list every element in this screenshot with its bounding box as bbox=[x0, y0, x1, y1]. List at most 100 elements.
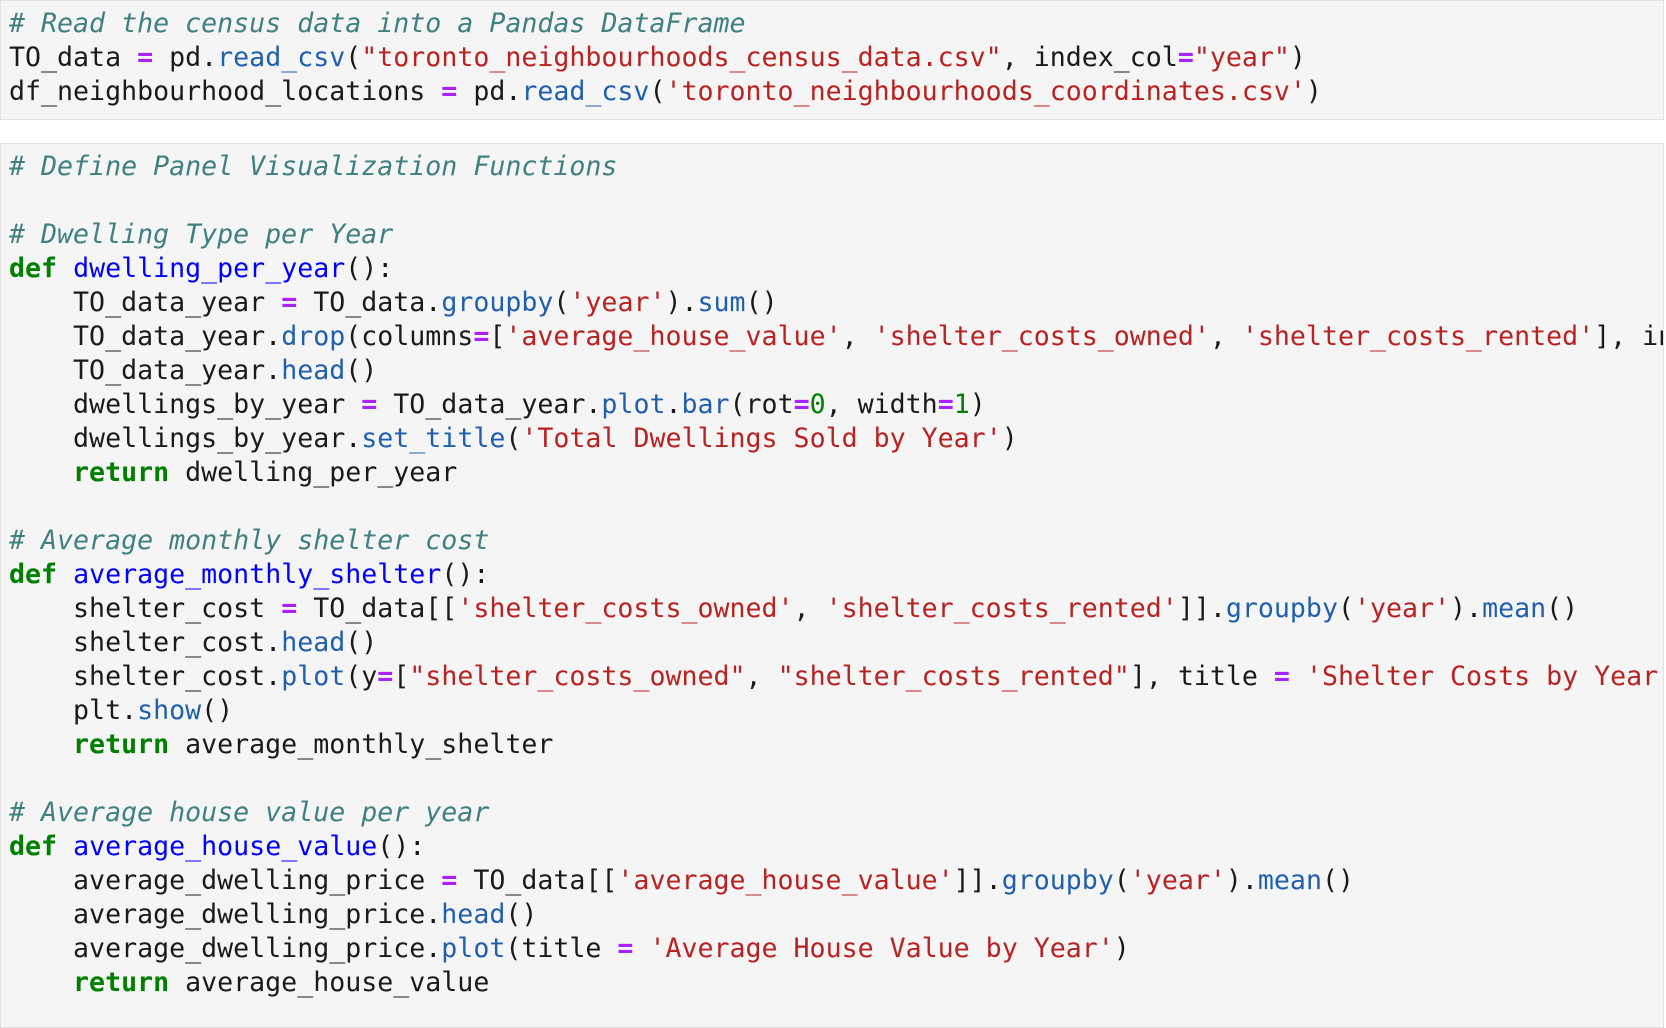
code-line: def dwelling_per_year(): bbox=[9, 252, 1663, 286]
attribute-name: groupby bbox=[1225, 593, 1338, 624]
identifier: dwelling_per_year bbox=[169, 457, 458, 488]
attribute-name: read_csv bbox=[521, 76, 650, 107]
code-line: average_dwelling_price.plot(title = 'Ave… bbox=[9, 932, 1663, 966]
punctuation bbox=[1290, 661, 1306, 692]
keyword: return bbox=[9, 457, 170, 488]
string-literal: "toronto_neighbourhoods_census_data.csv" bbox=[361, 42, 1002, 73]
punctuation: () bbox=[505, 899, 538, 930]
code-line: TO_data = pd.read_csv("toronto_neighbour… bbox=[9, 41, 1663, 75]
operator: = bbox=[937, 389, 954, 420]
code-cell-read-data[interactable]: # Read the census data into a Pandas Dat… bbox=[0, 0, 1664, 120]
operator: = bbox=[281, 287, 298, 318]
identifier: average_dwelling_price. bbox=[9, 933, 442, 964]
attribute-name: read_csv bbox=[217, 42, 346, 73]
punctuation: (columns bbox=[345, 321, 474, 352]
number-literal: 1 bbox=[953, 389, 970, 420]
punctuation: , bbox=[793, 593, 826, 624]
punctuation: ) bbox=[1289, 42, 1306, 73]
string-literal: 'toronto_neighbourhoods_coordinates.csv' bbox=[665, 76, 1306, 107]
string-literal: 'shelter_costs_rented' bbox=[825, 593, 1178, 624]
keyword: def bbox=[9, 559, 58, 590]
identifier bbox=[57, 253, 73, 284]
attribute-name: mean bbox=[1482, 593, 1547, 624]
attribute-name: groupby bbox=[441, 287, 554, 318]
code-comment: # Read the census data into a Pandas Dat… bbox=[9, 8, 746, 39]
operator: = bbox=[441, 865, 458, 896]
identifier: average_dwelling_price bbox=[9, 865, 442, 896]
identifier: dwellings_by_year bbox=[9, 389, 362, 420]
operator: = bbox=[441, 76, 458, 107]
identifier: TO_data[[ bbox=[297, 593, 458, 624]
punctuation: ( bbox=[505, 423, 522, 454]
punctuation: [ bbox=[489, 321, 506, 352]
operator: = bbox=[1273, 661, 1290, 692]
code-line: return average_house_value bbox=[9, 966, 1663, 1000]
punctuation: (rot bbox=[729, 389, 794, 420]
operator: = bbox=[1177, 42, 1194, 73]
punctuation: (title bbox=[505, 933, 618, 964]
punctuation: ( bbox=[649, 76, 666, 107]
identifier: pd. bbox=[457, 76, 522, 107]
punctuation: ). bbox=[1225, 865, 1258, 896]
code-editor[interactable]: # Read the census data into a Pandas Dat… bbox=[1, 1, 1663, 109]
code-line: average_dwelling_price.head() bbox=[9, 898, 1663, 932]
attribute-name: plot bbox=[601, 389, 666, 420]
punctuation: ], title bbox=[1129, 661, 1274, 692]
punctuation: () bbox=[345, 627, 378, 658]
string-literal: "year" bbox=[1193, 42, 1290, 73]
code-line: return dwelling_per_year bbox=[9, 456, 1663, 490]
code-line: dwellings_by_year = TO_data_year.plot.ba… bbox=[9, 388, 1663, 422]
identifier: average_house_value bbox=[169, 967, 490, 998]
keyword: return bbox=[9, 729, 170, 760]
attribute-name: head bbox=[281, 355, 346, 386]
code-comment: # Define Panel Visualization Functions bbox=[9, 151, 618, 182]
punctuation: () bbox=[201, 695, 234, 726]
identifier: pd. bbox=[153, 42, 218, 73]
string-literal: 'year' bbox=[1353, 593, 1451, 624]
attribute-name: plot bbox=[441, 933, 506, 964]
code-line: return average_monthly_shelter bbox=[9, 728, 1663, 762]
string-literal: 'Average House Value by Year' bbox=[649, 933, 1114, 964]
function-name: average_monthly_shelter bbox=[73, 559, 442, 590]
code-comment: # Average monthly shelter cost bbox=[9, 525, 490, 556]
code-line: # Read the census data into a Pandas Dat… bbox=[9, 7, 1663, 41]
punctuation: ( bbox=[1337, 593, 1354, 624]
code-line: # Average house value per year bbox=[9, 796, 1663, 830]
code-line: def average_house_value(): bbox=[9, 830, 1663, 864]
keyword: def bbox=[9, 253, 58, 284]
code-line: TO_data_year.drop(columns=['average_hous… bbox=[9, 320, 1663, 354]
string-literal: 'Shelter Costs by Year' bbox=[1305, 661, 1664, 692]
identifier: TO_data_year bbox=[9, 287, 282, 318]
identifier bbox=[57, 559, 73, 590]
keyword: return bbox=[9, 967, 170, 998]
punctuation: , bbox=[841, 321, 874, 352]
attribute-name: mean bbox=[1257, 865, 1322, 896]
code-cell-visualization-functions[interactable]: # Define Panel Visualization Functions #… bbox=[0, 143, 1664, 1028]
identifier: TO_data[[ bbox=[457, 865, 618, 896]
identifier bbox=[57, 831, 73, 862]
attribute-name: head bbox=[281, 627, 346, 658]
code-line: # Define Panel Visualization Functions bbox=[9, 150, 1663, 184]
punctuation: () bbox=[1321, 865, 1354, 896]
punctuation: () bbox=[345, 355, 378, 386]
punctuation: ( bbox=[345, 42, 362, 73]
code-line: TO_data_year.head() bbox=[9, 354, 1663, 388]
code-line: df_neighbourhood_locations = pd.read_csv… bbox=[9, 75, 1663, 109]
attribute-name: head bbox=[441, 899, 506, 930]
punctuation: , index_col bbox=[1001, 42, 1178, 73]
number-literal: 0 bbox=[809, 389, 826, 420]
function-name: dwelling_per_year bbox=[73, 253, 346, 284]
attribute-name: drop bbox=[281, 321, 346, 352]
identifier: TO_data. bbox=[297, 287, 442, 318]
punctuation: ) bbox=[1001, 423, 1018, 454]
attribute-name: show bbox=[137, 695, 202, 726]
operator: = bbox=[793, 389, 810, 420]
identifier: shelter_cost. bbox=[9, 627, 282, 658]
function-name: average_house_value bbox=[73, 831, 378, 862]
code-line: plt.show() bbox=[9, 694, 1663, 728]
string-literal: "shelter_costs_rented" bbox=[777, 661, 1130, 692]
code-editor[interactable]: # Define Panel Visualization Functions #… bbox=[1, 144, 1663, 1000]
identifier: TO_data_year. bbox=[9, 355, 282, 386]
